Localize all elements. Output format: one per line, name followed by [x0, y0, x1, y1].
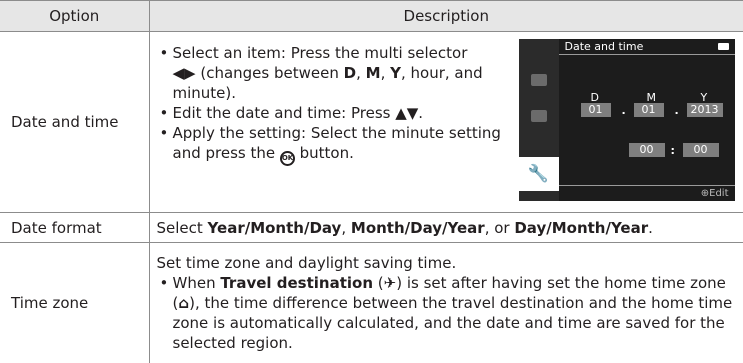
airplane-icon: ✈ [384, 274, 397, 292]
minute-field: 00 [683, 143, 719, 157]
battery-icon [718, 43, 729, 50]
table-row-time-zone: Time zone Set time zone and daylight sav… [0, 243, 743, 363]
camera-screen-illustration: 🔧 Date and time D M Y 01 . 01 . 2013 00 … [519, 39, 735, 201]
edit-hint: Edit [709, 188, 728, 199]
header-description: Description [149, 1, 743, 32]
description-date-format: Select Year/Month/Day, Month/Day/Year, o… [149, 213, 743, 243]
month-field: 01 [634, 103, 664, 117]
wrench-icon: 🔧 [519, 157, 559, 191]
home-icon: ⌂ [178, 294, 189, 312]
day-field: 01 [581, 103, 611, 117]
option-date-and-time: Date and time [0, 32, 149, 213]
date-separator: . [675, 101, 679, 121]
multi-selector-icon: ⊕ [701, 188, 709, 199]
list-item: Edit the date and time: Press ▲▼. [157, 103, 507, 123]
list-item: When Travel destination (✈) is set after… [157, 273, 743, 353]
settings-table: Option Description Date and time Select … [0, 0, 743, 363]
header-option: Option [0, 1, 149, 32]
option-time-zone: Time zone [0, 243, 149, 363]
screen-title: Date and time [559, 39, 735, 55]
camera-menu-sidebar: 🔧 [519, 39, 559, 201]
screen-footer: ⊕Edit [559, 185, 735, 201]
table-row-date-format: Date format Select Year/Month/Day, Month… [0, 213, 743, 243]
ok-button-icon: OK [280, 151, 295, 166]
year-field: 2013 [687, 103, 723, 117]
table-row-date-and-time: Date and time Select an item: Press the … [0, 32, 743, 213]
option-date-format: Date format [0, 213, 149, 243]
date-time-instructions: Select an item: Press the multi selector… [157, 43, 507, 166]
camera-icon [531, 74, 547, 86]
list-item: Select an item: Press the multi selector… [157, 43, 507, 103]
time-separator: : [671, 141, 675, 161]
movie-icon [531, 110, 547, 122]
time-zone-intro: Set time zone and daylight saving time. [157, 253, 743, 273]
left-right-arrow-icon: ◀▶ [173, 64, 196, 82]
date-separator: . [622, 101, 626, 121]
table-header-row: Option Description [0, 1, 743, 32]
description-date-and-time: Select an item: Press the multi selector… [149, 32, 743, 213]
list-item: Apply the setting: Select the minute set… [157, 123, 507, 166]
hour-field: 00 [629, 143, 665, 157]
description-time-zone: Set time zone and daylight saving time. … [149, 243, 743, 363]
